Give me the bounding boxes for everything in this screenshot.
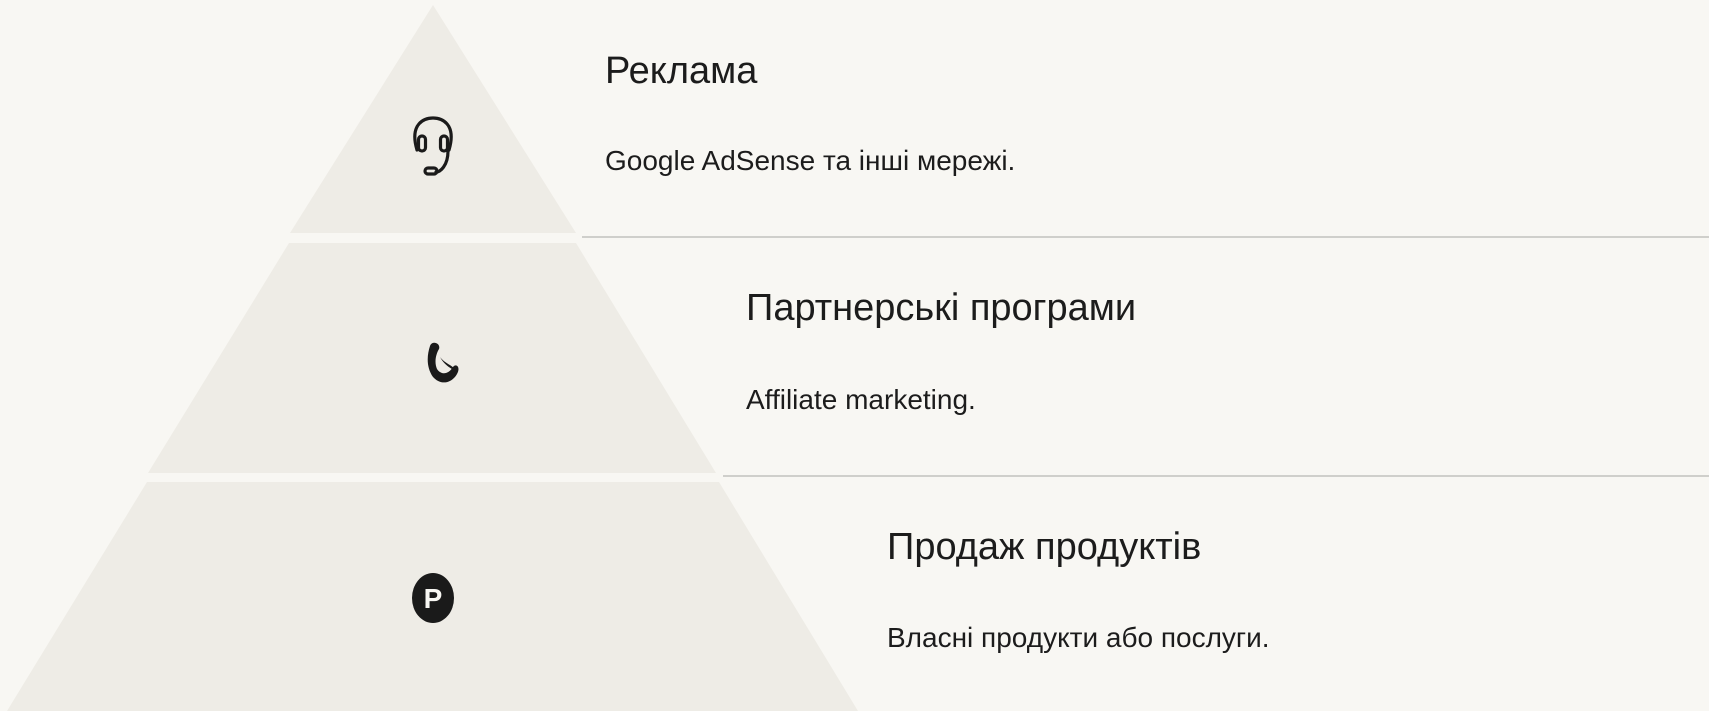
product-p-icon: P — [412, 573, 454, 623]
tier-1-title: Реклама — [605, 50, 758, 92]
tier-3-title: Продаж продуктів — [887, 526, 1202, 568]
tier-2-description: Affiliate marketing. — [746, 384, 976, 415]
tier-2-title: Партнерські програми — [746, 287, 1137, 329]
svg-text:P: P — [424, 583, 443, 614]
pyramid-diagram: P — [7, 5, 1709, 711]
tier-1-description: Google AdSense та інші мережі. — [605, 145, 1016, 176]
tier-3-description: Власні продукти або послуги. — [887, 622, 1270, 653]
